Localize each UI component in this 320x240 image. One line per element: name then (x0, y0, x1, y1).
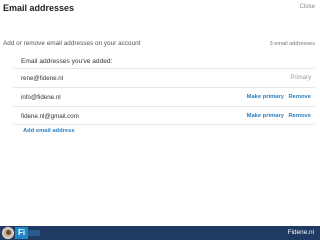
email-row: rene@fidene.nl Primary (13, 68, 315, 87)
list-heading: Email addresses you've added: (21, 58, 113, 65)
remove-button[interactable]: Remove (288, 113, 311, 119)
primary-badge: Primary (290, 75, 311, 81)
email-list: rene@fidene.nl Primary info@fidene.nl Ma… (13, 68, 315, 125)
email-row: fidene.nl@gmail.com Make primary Remove (13, 106, 315, 125)
email-address: rene@fidene.nl (21, 75, 64, 82)
remove-button[interactable]: Remove (288, 94, 311, 100)
brand-name: Fidene.nl (287, 229, 314, 236)
avatar (2, 227, 14, 239)
dialog-header: Email addresses Close Add or remove emai… (0, 0, 320, 52)
make-primary-button[interactable]: Make primary (247, 94, 284, 100)
dialog-title: Email addresses (3, 3, 75, 13)
add-email-link[interactable]: Add email address (23, 128, 75, 134)
email-row: info@fidene.nl Make primary Remove (13, 87, 315, 106)
logo-mark (28, 230, 40, 236)
logo-icon: Fi (15, 227, 28, 239)
email-count: 3 email addresses (269, 41, 315, 47)
close-button[interactable]: Close (300, 4, 315, 10)
footer-bar: Fi Fidene.nl (0, 226, 320, 240)
make-primary-button[interactable]: Make primary (247, 113, 284, 119)
email-address: info@fidene.nl (21, 94, 61, 101)
email-address: fidene.nl@gmail.com (21, 113, 79, 120)
dialog-subtitle: Add or remove email addresses on your ac… (3, 40, 141, 47)
